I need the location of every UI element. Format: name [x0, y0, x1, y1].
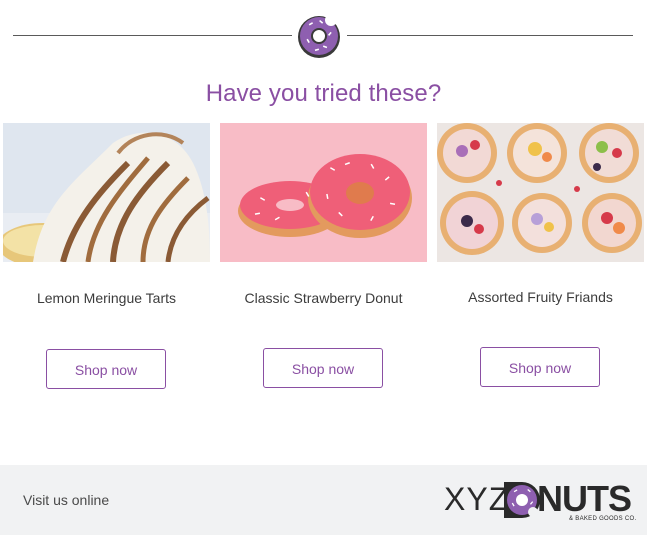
email-header [0, 0, 647, 70]
product-name: Classic Strawberry Donut [244, 290, 403, 306]
brand-xyz-text: XYZ [444, 481, 510, 517]
donut-logo-icon [298, 14, 340, 58]
donut-logo-icon [504, 482, 540, 518]
product-card-lemon-meringue: Lemon Meringue Tarts Shop now [3, 123, 210, 389]
product-name: Assorted Fruity Friands [468, 289, 613, 305]
product-card-strawberry-donut: Classic Strawberry Donut Shop now [220, 123, 427, 388]
header-divider-left [13, 35, 292, 36]
header-divider-right [347, 35, 633, 36]
brand-nuts-text: NUTS [537, 478, 632, 519]
product-card-fruity-friands: Assorted Fruity Friands Shop now [437, 123, 644, 387]
shop-now-button[interactable]: Shop now [46, 349, 166, 389]
fruity-friands-image[interactable] [437, 123, 644, 262]
xyz-donuts-brand-logo[interactable]: XYZ NUTS & BAKED GOODS CO. [444, 478, 644, 530]
section-heading: Have you tried these? [205, 80, 442, 107]
lemon-meringue-image[interactable] [3, 123, 210, 262]
strawberry-donut-image[interactable] [220, 123, 427, 262]
shop-now-button[interactable]: Shop now [480, 347, 600, 387]
shop-now-button[interactable]: Shop now [263, 348, 383, 388]
product-name: Lemon Meringue Tarts [36, 290, 177, 306]
visit-us-online-link[interactable]: Visit us online [23, 492, 109, 508]
brand-tagline: & BAKED GOODS CO. [569, 516, 637, 522]
